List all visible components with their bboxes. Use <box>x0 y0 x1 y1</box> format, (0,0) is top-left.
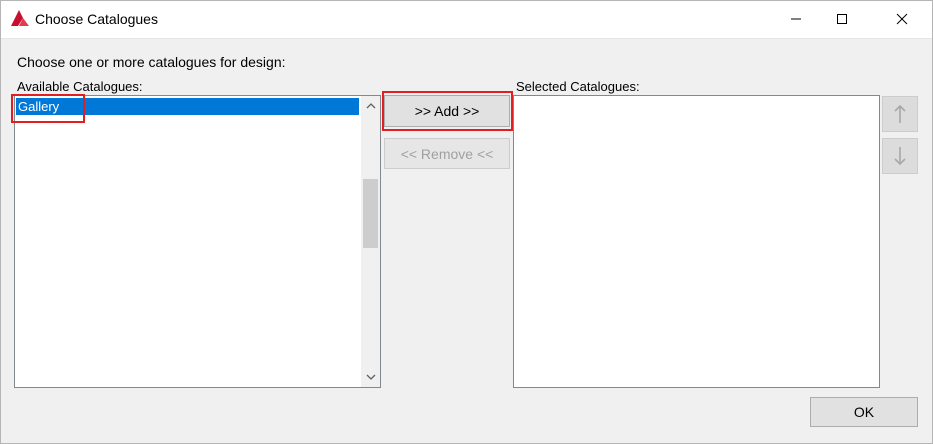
maximize-button[interactable] <box>819 0 865 38</box>
close-icon <box>896 13 908 25</box>
vertical-scrollbar[interactable] <box>361 96 380 387</box>
move-up-button[interactable] <box>882 96 918 132</box>
selected-catalogues-label: Selected Catalogues: <box>516 79 640 94</box>
move-down-button[interactable] <box>882 138 918 174</box>
minimize-icon <box>791 18 801 20</box>
selected-catalogues-list[interactable] <box>513 95 880 388</box>
title-bar: Choose Catalogues <box>0 0 933 39</box>
app-logo-icon <box>11 10 29 26</box>
instruction-text: Choose one or more catalogues for design… <box>17 54 286 70</box>
available-catalogues-label: Available Catalogues: <box>17 79 143 94</box>
minimize-button[interactable] <box>773 0 819 38</box>
add-button[interactable]: >> Add >> <box>384 95 510 127</box>
maximize-icon <box>837 14 847 24</box>
scroll-thumb[interactable] <box>363 179 378 248</box>
available-catalogues-list[interactable]: Gallery <box>14 95 381 388</box>
ok-button[interactable]: OK <box>810 397 918 427</box>
arrow-down-icon <box>894 147 906 166</box>
remove-button[interactable]: << Remove << <box>384 138 510 169</box>
arrow-up-icon <box>894 104 906 123</box>
chevron-down-icon <box>366 374 375 380</box>
chevron-up-icon <box>366 103 375 109</box>
list-item-gallery[interactable]: Gallery <box>16 98 359 115</box>
scroll-up-button[interactable] <box>361 96 380 116</box>
close-button[interactable] <box>879 0 925 38</box>
scroll-down-button[interactable] <box>361 367 380 387</box>
window-title: Choose Catalogues <box>35 11 158 27</box>
